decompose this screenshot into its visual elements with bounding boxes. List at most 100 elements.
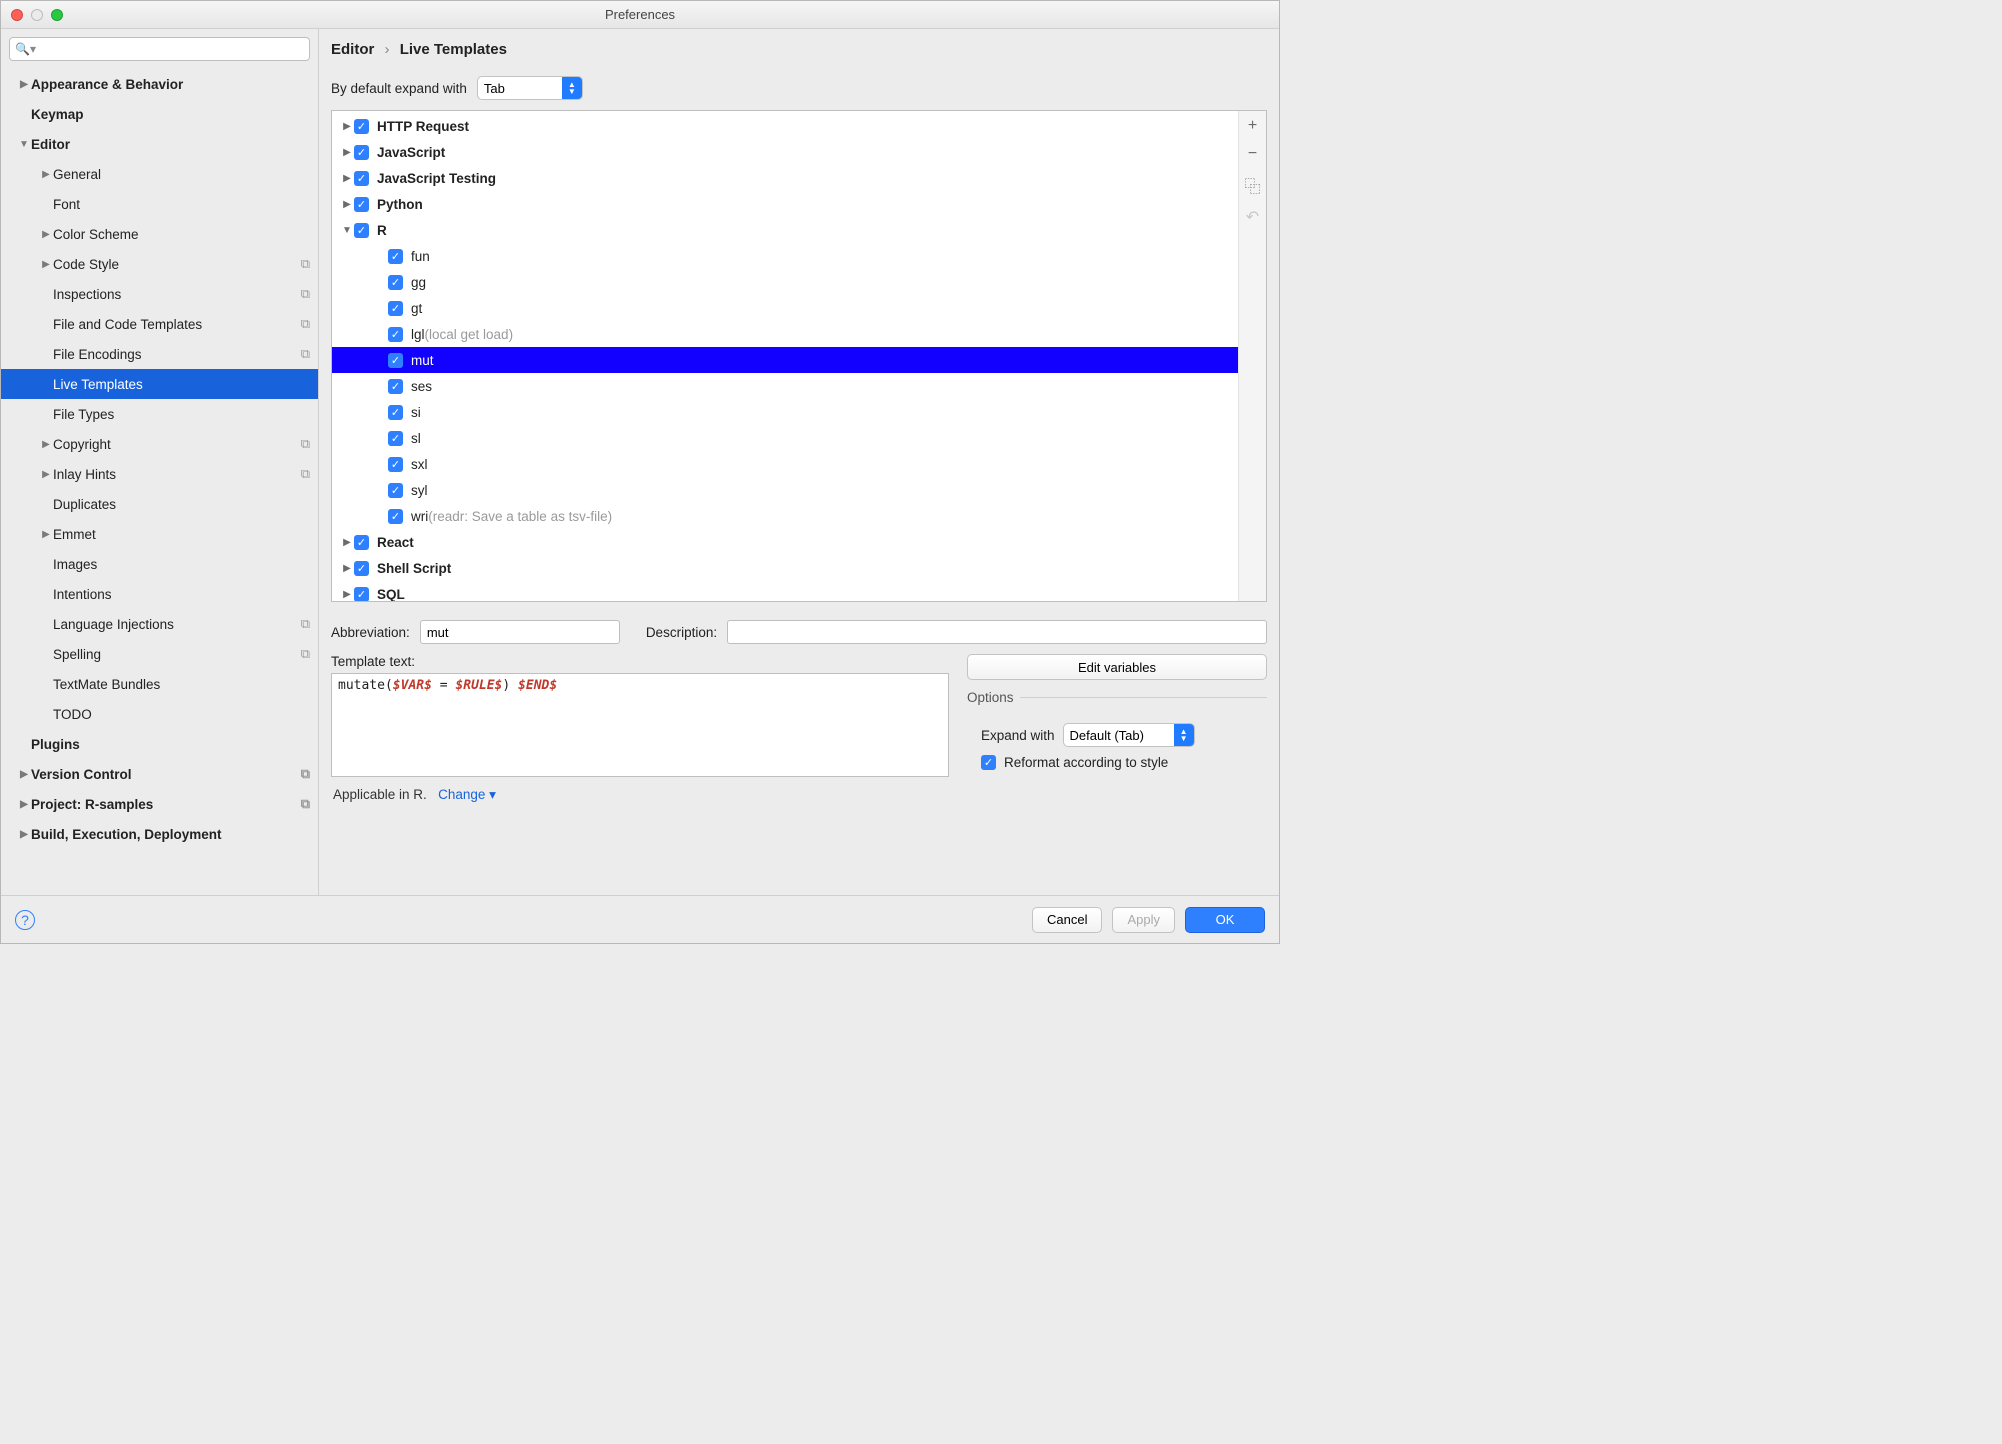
enabled-checkbox[interactable]: ✓	[354, 145, 369, 160]
sidebar-item-label: Code Style	[53, 257, 301, 272]
sidebar-item[interactable]: ▶Version Control⧉	[1, 759, 318, 789]
template-item[interactable]: ✓ gg	[332, 269, 1238, 295]
template-item[interactable]: ✓syl	[332, 477, 1238, 503]
template-item[interactable]: ✓gt	[332, 295, 1238, 321]
sidebar-item[interactable]: File Encodings⧉	[1, 339, 318, 369]
ok-button[interactable]: OK	[1185, 907, 1265, 933]
cancel-button[interactable]: Cancel	[1032, 907, 1102, 933]
template-group[interactable]: ▶✓HTTP Request	[332, 113, 1238, 139]
sidebar-item[interactable]: ▶General	[1, 159, 318, 189]
sidebar-item[interactable]: Inspections⧉	[1, 279, 318, 309]
expand-with-select[interactable]: ▲▼	[477, 76, 583, 100]
enabled-checkbox[interactable]: ✓	[354, 171, 369, 186]
apply-button[interactable]: Apply	[1112, 907, 1175, 933]
sidebar-item[interactable]: Spelling⧉	[1, 639, 318, 669]
sidebar-item[interactable]: ▶Project: R-samples⧉	[1, 789, 318, 819]
description-input[interactable]	[727, 620, 1267, 644]
sidebar-item[interactable]: Intentions	[1, 579, 318, 609]
reformat-checkbox[interactable]: ✓	[981, 755, 996, 770]
sidebar-item-label: Editor	[31, 137, 310, 152]
enabled-checkbox[interactable]: ✓	[354, 197, 369, 212]
search-input[interactable]	[9, 37, 310, 61]
sidebar-item-label: Keymap	[31, 107, 310, 122]
sidebar-item[interactable]: Language Injections⧉	[1, 609, 318, 639]
sidebar-item[interactable]: File and Code Templates⧉	[1, 309, 318, 339]
template-label: gg	[411, 275, 426, 290]
enabled-checkbox[interactable]: ✓	[388, 509, 403, 524]
expand-with-option-value[interactable]	[1064, 724, 1174, 746]
sidebar-item[interactable]: ▶Color Scheme	[1, 219, 318, 249]
sidebar-item[interactable]: Live Templates	[1, 369, 318, 399]
template-item[interactable]: ✓fun	[332, 243, 1238, 269]
expand-with-value[interactable]	[478, 77, 562, 99]
enabled-checkbox[interactable]: ✓	[388, 249, 403, 264]
template-item[interactable]: ✓sxl	[332, 451, 1238, 477]
sidebar-item[interactable]: ▶Build, Execution, Deployment	[1, 819, 318, 849]
add-button[interactable]: +	[1248, 117, 1257, 135]
enabled-checkbox[interactable]: ✓	[388, 483, 403, 498]
template-group[interactable]: ▶✓Python	[332, 191, 1238, 217]
template-item[interactable]: ✓ mut	[332, 347, 1238, 373]
duplicate-button[interactable]: ⿻	[1244, 173, 1260, 197]
template-item[interactable]: ✓ses	[332, 373, 1238, 399]
sidebar-item[interactable]: Images	[1, 549, 318, 579]
sidebar-item[interactable]: Duplicates	[1, 489, 318, 519]
sidebar-item[interactable]: TODO	[1, 699, 318, 729]
templates-tree[interactable]: ▶✓HTTP Request▶✓JavaScript▶✓JavaScript T…	[332, 111, 1238, 601]
description-label: Description:	[646, 625, 717, 640]
template-group[interactable]: ▶✓React	[332, 529, 1238, 555]
undo-button[interactable]: ↶	[1246, 207, 1259, 227]
enabled-checkbox[interactable]: ✓	[388, 405, 403, 420]
template-label: sl	[411, 431, 421, 446]
enabled-checkbox[interactable]: ✓	[354, 119, 369, 134]
enabled-checkbox[interactable]: ✓	[388, 457, 403, 472]
sidebar-item[interactable]: ▶Inlay Hints⧉	[1, 459, 318, 489]
template-text-input[interactable]: mutate($VAR$ = $RULE$) $END$	[331, 673, 949, 777]
sidebar-item[interactable]: ▼Editor	[1, 129, 318, 159]
zoom-icon[interactable]	[51, 9, 63, 21]
enabled-checkbox[interactable]: ✓	[388, 275, 403, 290]
abbreviation-input[interactable]	[420, 620, 620, 644]
expand-with-option-select[interactable]: ▲▼	[1063, 723, 1195, 747]
template-item[interactable]: ✓ sl	[332, 425, 1238, 451]
sidebar-item[interactable]: Font	[1, 189, 318, 219]
template-group[interactable]: ▶✓JavaScript Testing	[332, 165, 1238, 191]
chevron-down-icon: ▾	[489, 787, 496, 802]
chevron-updown-icon[interactable]: ▲▼	[1174, 724, 1194, 746]
template-item[interactable]: ✓si	[332, 399, 1238, 425]
enabled-checkbox[interactable]: ✓	[388, 301, 403, 316]
close-icon[interactable]	[11, 9, 23, 21]
enabled-checkbox[interactable]: ✓	[354, 587, 369, 602]
sidebar-item[interactable]: Plugins	[1, 729, 318, 759]
template-group[interactable]: ▶✓Shell Script	[332, 555, 1238, 581]
sidebar-item[interactable]: ▶Copyright⧉	[1, 429, 318, 459]
enabled-checkbox[interactable]: ✓	[388, 327, 403, 342]
template-label: mut	[411, 353, 434, 368]
sidebar-item[interactable]: ▶Appearance & Behavior	[1, 69, 318, 99]
enabled-checkbox[interactable]: ✓	[388, 379, 403, 394]
remove-button[interactable]: −	[1248, 145, 1257, 163]
sidebar-item[interactable]: File Types	[1, 399, 318, 429]
disclosure-icon: ▶	[17, 79, 31, 90]
help-button[interactable]: ?	[15, 910, 35, 930]
chevron-updown-icon[interactable]: ▲▼	[562, 77, 582, 99]
template-item[interactable]: ✓lgl (local get load)	[332, 321, 1238, 347]
edit-variables-button[interactable]: Edit variables	[967, 654, 1267, 680]
template-group[interactable]: ▶✓SQL	[332, 581, 1238, 601]
minimize-icon[interactable]	[31, 9, 43, 21]
sidebar-item[interactable]: Keymap	[1, 99, 318, 129]
enabled-checkbox[interactable]: ✓	[354, 535, 369, 550]
sidebar-list[interactable]: ▶Appearance & Behavior Keymap ▼Editor▶Gene…	[1, 69, 318, 895]
enabled-checkbox[interactable]: ✓	[388, 353, 403, 368]
scope-icon: ⧉	[301, 646, 310, 662]
template-item[interactable]: ✓wri (readr: Save a table as tsv-file)	[332, 503, 1238, 529]
template-group[interactable]: ▼✓R	[332, 217, 1238, 243]
sidebar-item[interactable]: TextMate Bundles	[1, 669, 318, 699]
template-group[interactable]: ▶✓JavaScript	[332, 139, 1238, 165]
enabled-checkbox[interactable]: ✓	[388, 431, 403, 446]
sidebar-item[interactable]: ▶Emmet	[1, 519, 318, 549]
change-context-link[interactable]: Change ▾	[438, 787, 496, 802]
enabled-checkbox[interactable]: ✓	[354, 223, 369, 238]
enabled-checkbox[interactable]: ✓	[354, 561, 369, 576]
sidebar-item[interactable]: ▶Code Style⧉	[1, 249, 318, 279]
